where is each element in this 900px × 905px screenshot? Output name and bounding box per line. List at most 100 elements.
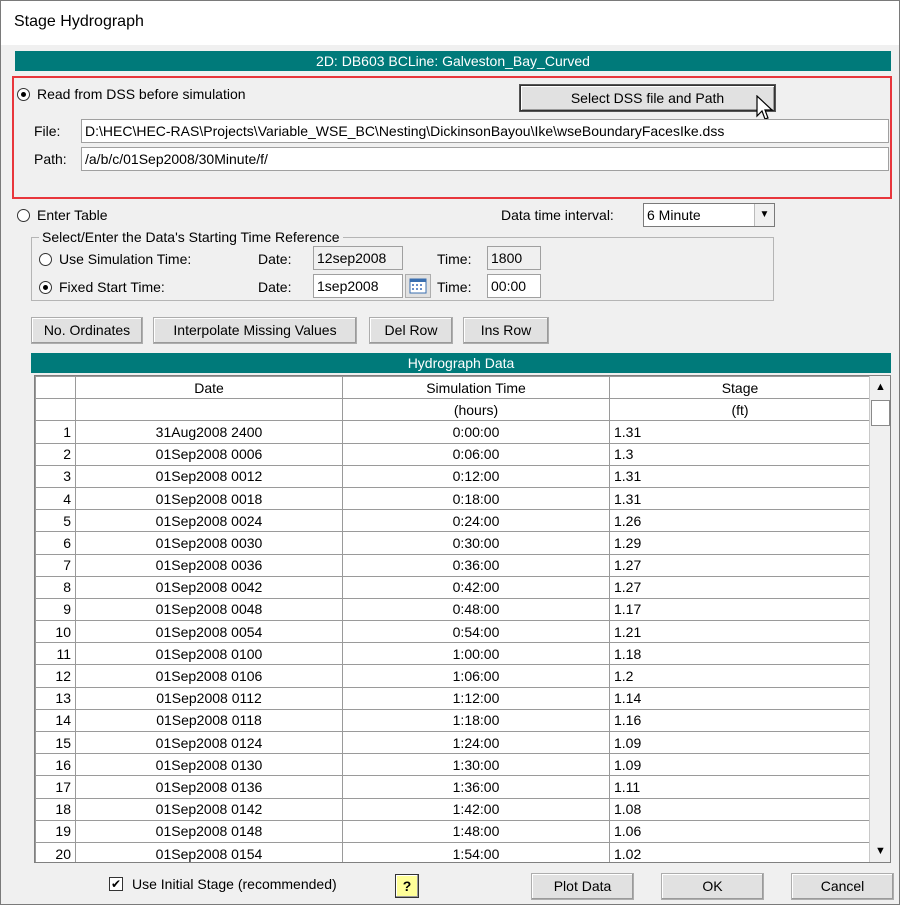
use-initial-stage-checkbox[interactable]: ✔: [109, 877, 123, 891]
table-row[interactable]: 4 01Sep2008 0018 0:18:00 1.31: [35, 486, 871, 511]
fixed-start-time-radio[interactable]: [39, 281, 52, 294]
date-cell: 01Sep2008 0100: [75, 642, 343, 666]
stage-cell[interactable]: 1.31: [609, 486, 871, 511]
chevron-down-icon[interactable]: ▼: [754, 204, 774, 226]
row-number-cell: 2: [35, 442, 76, 466]
date-cell: 01Sep2008 0130: [75, 753, 343, 777]
table-row[interactable]: 13 01Sep2008 0112 1:12:00 1.14: [35, 686, 871, 710]
table-row[interactable]: 16 01Sep2008 0130 1:30:00 1.09: [35, 753, 871, 777]
date-cell: 01Sep2008 0124: [75, 730, 343, 755]
table-row[interactable]: 1 31Aug2008 2400 0:00:00 1.31: [35, 420, 871, 444]
stage-cell[interactable]: 1.09: [609, 730, 871, 755]
scroll-up-arrow-icon[interactable]: ▲: [870, 376, 890, 398]
scrollbar-thumb[interactable]: [871, 400, 890, 426]
use-simulation-time-radio[interactable]: [39, 253, 52, 266]
select-dss-button[interactable]: Select DSS file and Path: [520, 85, 775, 111]
ins-row-button[interactable]: Ins Row: [463, 317, 549, 344]
stage-cell[interactable]: 1.31: [609, 420, 871, 444]
enter-table-radio[interactable]: [17, 209, 30, 222]
stage-cell[interactable]: 1.29: [609, 531, 871, 555]
time-reference-title: Select/Enter the Data's Starting Time Re…: [39, 229, 343, 245]
stage-cell[interactable]: 1.21: [609, 620, 871, 644]
table-row[interactable]: 15 01Sep2008 0124 1:24:00 1.09: [35, 730, 871, 755]
enter-table-label: Enter Table: [37, 207, 108, 223]
date-cell: 01Sep2008 0154: [75, 841, 343, 862]
date-cell: 01Sep2008 0030: [75, 531, 343, 555]
calendar-icon: [409, 278, 427, 294]
unit-simulation-time: (hours): [342, 398, 610, 422]
stage-cell[interactable]: 1.2: [609, 664, 871, 688]
dss-file-field[interactable]: D:\HEC\HEC-RAS\Projects\Variable_WSE_BC\…: [81, 119, 889, 143]
stage-cell[interactable]: 1.27: [609, 553, 871, 577]
simulation-time-cell: 0:30:00: [342, 531, 610, 555]
ok-button[interactable]: OK: [661, 873, 764, 900]
date-cell: 01Sep2008 0024: [75, 509, 343, 533]
interpolate-missing-values-button[interactable]: Interpolate Missing Values: [153, 317, 357, 344]
stage-cell[interactable]: 1.06: [609, 819, 871, 843]
simulation-time-cell: 1:00:00: [342, 642, 610, 666]
table-row[interactable]: 10 01Sep2008 0054 0:54:00 1.21: [35, 620, 871, 644]
time-interval-select[interactable]: 6 Minute ▼: [643, 203, 775, 227]
date-cell: 01Sep2008 0118: [75, 708, 343, 733]
stage-cell[interactable]: 1.31: [609, 464, 871, 488]
del-row-button[interactable]: Del Row: [369, 317, 453, 344]
plot-data-button[interactable]: Plot Data: [531, 873, 634, 900]
table-row[interactable]: 9 01Sep2008 0048 0:48:00 1.17: [35, 597, 871, 622]
path-label: Path:: [34, 151, 67, 167]
hydrograph-data-grid[interactable]: Date Simulation Time Stage (hours) (ft) …: [34, 375, 891, 863]
unit-stage: (ft): [609, 398, 871, 422]
table-row[interactable]: 20 01Sep2008 0154 1:54:00 1.02: [35, 841, 871, 862]
calendar-button[interactable]: [405, 274, 431, 298]
read-dss-radio[interactable]: [17, 88, 30, 101]
stage-cell[interactable]: 1.26: [609, 509, 871, 533]
simulation-time-cell: 1:48:00: [342, 819, 610, 843]
table-row[interactable]: 14 01Sep2008 0118 1:18:00 1.16: [35, 708, 871, 733]
date-cell: 31Aug2008 2400: [75, 420, 343, 444]
use-simulation-time-label: Use Simulation Time:: [59, 251, 192, 267]
stage-cell[interactable]: 1.08: [609, 797, 871, 821]
cancel-button[interactable]: Cancel: [791, 873, 894, 900]
fixed-date-field[interactable]: 1sep2008: [313, 274, 403, 298]
row-number-cell: 10: [35, 620, 76, 644]
stage-cell[interactable]: 1.09: [609, 753, 871, 777]
dss-path-field[interactable]: /a/b/c/01Sep2008/30Minute/f/: [81, 147, 889, 171]
table-row[interactable]: 17 01Sep2008 0136 1:36:00 1.11: [35, 775, 871, 799]
table-row[interactable]: 12 01Sep2008 0106 1:06:00 1.2: [35, 664, 871, 688]
stage-cell[interactable]: 1.3: [609, 442, 871, 466]
stage-cell[interactable]: 1.11: [609, 775, 871, 799]
row-number-unit: [35, 398, 76, 422]
help-button[interactable]: ?: [395, 874, 419, 898]
table-row[interactable]: 19 01Sep2008 0148 1:48:00 1.06: [35, 819, 871, 843]
boundary-header: 2D: DB603 BCLine: Galveston_Bay_Curved: [15, 51, 891, 71]
scroll-down-arrow-icon[interactable]: ▼: [870, 840, 890, 862]
table-row[interactable]: 7 01Sep2008 0036 0:36:00 1.27: [35, 553, 871, 577]
table-row[interactable]: 3 01Sep2008 0012 0:12:00 1.31: [35, 464, 871, 488]
stage-cell[interactable]: 1.27: [609, 575, 871, 599]
table-row[interactable]: 18 01Sep2008 0142 1:42:00 1.08: [35, 797, 871, 821]
stage-cell[interactable]: 1.17: [609, 597, 871, 622]
no-ordinates-button[interactable]: No. Ordinates: [31, 317, 143, 344]
sim-date-field: 12sep2008: [313, 246, 403, 270]
date-cell: 01Sep2008 0048: [75, 597, 343, 622]
row-number-header: [35, 376, 76, 400]
table-row[interactable]: 2 01Sep2008 0006 0:06:00 1.3: [35, 442, 871, 466]
table-row[interactable]: 8 01Sep2008 0042 0:42:00 1.27: [35, 575, 871, 599]
row-number-cell: 19: [35, 819, 76, 843]
stage-cell[interactable]: 1.02: [609, 841, 871, 862]
date-cell: 01Sep2008 0006: [75, 442, 343, 466]
row-number-cell: 18: [35, 797, 76, 821]
table-row[interactable]: 11 01Sep2008 0100 1:00:00 1.18: [35, 642, 871, 666]
stage-cell[interactable]: 1.16: [609, 708, 871, 733]
simulation-time-cell: 1:06:00: [342, 664, 610, 688]
simulation-time-cell: 0:18:00: [342, 486, 610, 511]
table-row[interactable]: 5 01Sep2008 0024 0:24:00 1.26: [35, 509, 871, 533]
stage-cell[interactable]: 1.18: [609, 642, 871, 666]
date-cell: 01Sep2008 0148: [75, 819, 343, 843]
row-number-cell: 8: [35, 575, 76, 599]
row-number-cell: 9: [35, 597, 76, 622]
stage-cell[interactable]: 1.14: [609, 686, 871, 710]
hydrograph-table[interactable]: Date Simulation Time Stage (hours) (ft) …: [35, 376, 871, 862]
table-row[interactable]: 6 01Sep2008 0030 0:30:00 1.29: [35, 531, 871, 555]
grid-vertical-scrollbar[interactable]: ▲ ▼: [869, 376, 890, 862]
fixed-time-field[interactable]: 00:00: [487, 274, 541, 298]
